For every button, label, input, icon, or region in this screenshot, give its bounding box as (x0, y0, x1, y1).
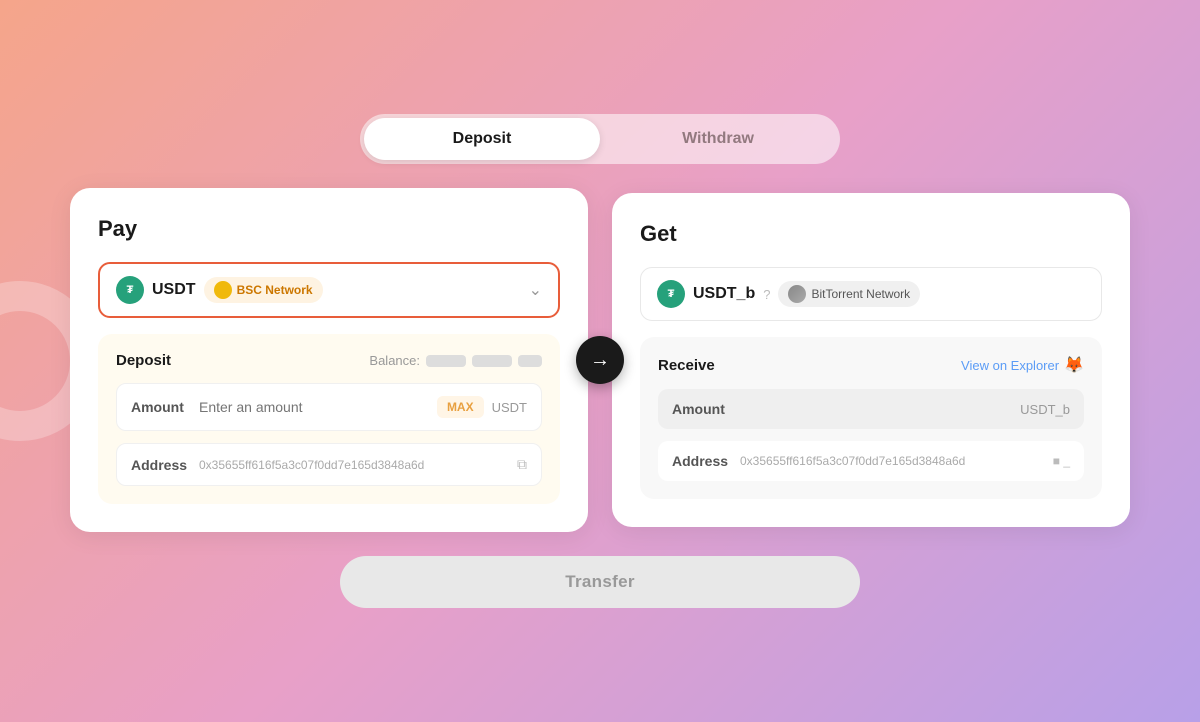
deposit-box-header: Deposit Balance: (116, 352, 542, 369)
pay-card: Pay ₮ USDT BSC Network ⌄ De (70, 188, 588, 532)
pay-usdt-icon: ₮ (116, 276, 144, 304)
fire-icon: 🦊 (1064, 355, 1084, 375)
withdraw-tab[interactable]: Withdraw (600, 118, 836, 160)
pay-network-label: BSC Network (237, 283, 313, 297)
receive-address-row: Address 0x35655ff616f5a3c07f0dd7e165d384… (658, 441, 1084, 481)
amount-label: Amount (131, 399, 191, 415)
receive-address-label: Address (672, 453, 732, 469)
view-explorer-text: View on Explorer (961, 358, 1059, 373)
arrow-button[interactable]: → (576, 336, 624, 384)
deposit-box: Deposit Balance: Amount MAX USDT (98, 334, 560, 504)
balance-block-2 (472, 355, 512, 367)
cards-row: Pay ₮ USDT BSC Network ⌄ De (70, 188, 1130, 532)
bsc-icon (214, 281, 232, 299)
receive-address-text: 0x35655ff616f5a3c07f0dd7e165d3848a6d (740, 454, 1045, 468)
balance-block-1 (426, 355, 466, 367)
get-token-name: USDT_b (693, 285, 755, 303)
pay-address-row: Address 0x35655ff616f5a3c07f0dd7e165d384… (116, 443, 542, 486)
pay-token-selector[interactable]: ₮ USDT BSC Network ⌄ (98, 262, 560, 318)
deposit-label: Deposit (116, 352, 171, 369)
get-card-title: Get (640, 221, 1102, 247)
btt-icon (788, 285, 806, 303)
receive-amount-row: Amount USDT_b (658, 389, 1084, 429)
main-container: Deposit Withdraw Pay ₮ USDT BSC Network (70, 114, 1130, 608)
receive-box: Receive View on Explorer 🦊 Amount USDT_b… (640, 337, 1102, 499)
pay-token-name: USDT (152, 281, 196, 299)
receive-address-suffix: ■ _ (1053, 454, 1070, 468)
max-button[interactable]: MAX (437, 396, 484, 418)
amount-row: Amount MAX USDT (116, 383, 542, 431)
pay-network-badge: BSC Network (204, 277, 323, 303)
balance-block-3 (518, 355, 542, 367)
get-usdt-icon: ₮ (657, 280, 685, 308)
balance-text: Balance: (369, 353, 420, 368)
pay-token-info: ₮ USDT BSC Network (116, 276, 323, 304)
get-token-selector: ₮ USDT_b ? BitTorrent Network (640, 267, 1102, 321)
question-icon[interactable]: ? (763, 287, 770, 302)
get-network-badge: BitTorrent Network (778, 281, 920, 307)
get-token-info: ₮ USDT_b ? BitTorrent Network (657, 280, 920, 308)
balance-row: Balance: (369, 353, 542, 368)
amount-input[interactable] (199, 399, 429, 415)
pay-address-text: 0x35655ff616f5a3c07f0dd7e165d3848a6d (199, 458, 509, 472)
view-explorer-link[interactable]: View on Explorer 🦊 (961, 355, 1084, 375)
receive-label: Receive (658, 357, 715, 374)
pay-card-title: Pay (98, 216, 560, 242)
transfer-button[interactable]: Transfer (340, 556, 860, 608)
receive-amount-label: Amount (672, 401, 732, 417)
receive-unit-label: USDT_b (1020, 402, 1070, 417)
pay-unit-label: USDT (492, 400, 527, 415)
deposit-tab[interactable]: Deposit (364, 118, 600, 160)
get-network-label: BitTorrent Network (811, 287, 910, 301)
pay-address-label: Address (131, 457, 191, 473)
get-card: Get ₮ USDT_b ? BitTorrent Network (612, 193, 1130, 527)
chevron-down-icon: ⌄ (529, 280, 542, 300)
tab-switcher: Deposit Withdraw (360, 114, 840, 164)
copy-icon[interactable]: ⧉ (517, 456, 527, 473)
receive-box-header: Receive View on Explorer 🦊 (658, 355, 1084, 375)
